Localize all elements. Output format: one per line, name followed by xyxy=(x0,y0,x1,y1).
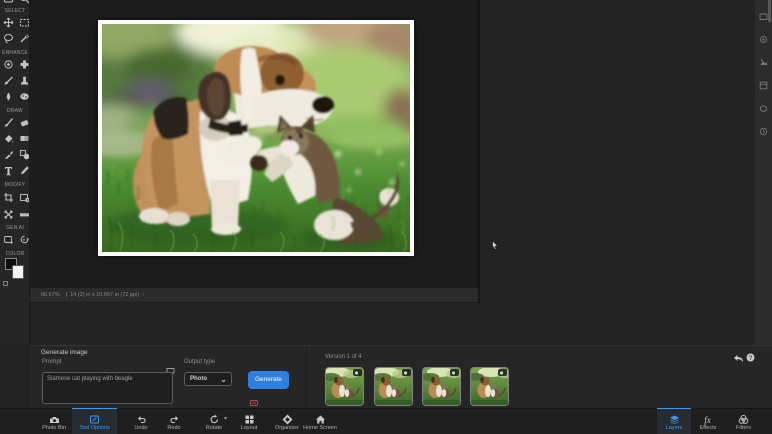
svg-text:?: ? xyxy=(749,355,753,362)
svg-text:fx: fx xyxy=(704,415,711,425)
